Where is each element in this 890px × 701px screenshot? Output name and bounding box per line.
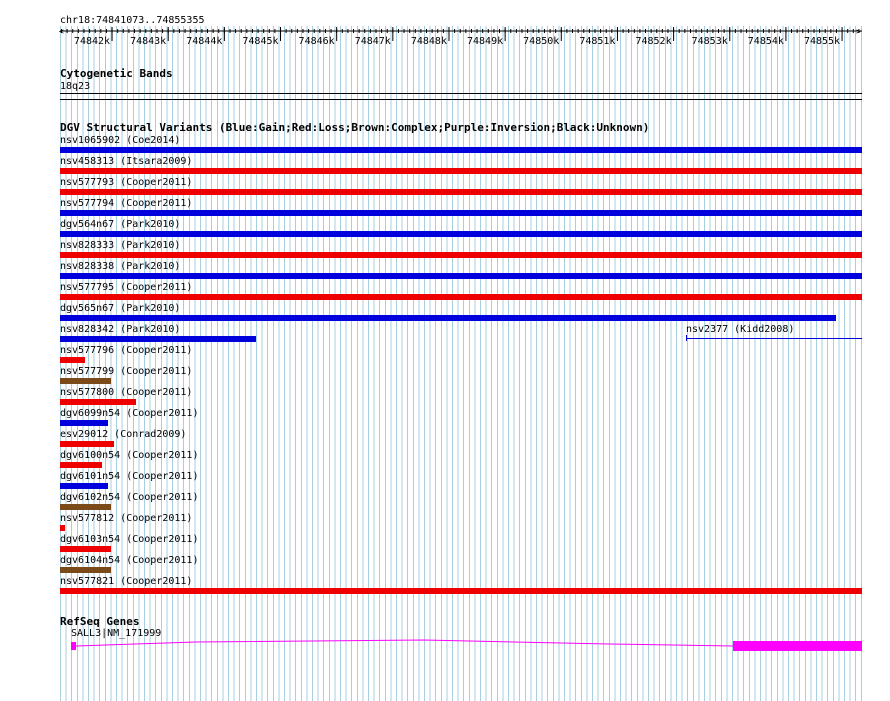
ruler-tick-label: 74847k [355, 36, 391, 47]
variant-bar[interactable] [60, 546, 111, 552]
ruler-tick-label: 74844k [186, 36, 222, 47]
variant-label[interactable]: nsv1065902 (Coe2014) [60, 135, 180, 146]
ruler-tick-label: 74855k [804, 36, 840, 47]
ruler-tick-label: 74849k [467, 36, 503, 47]
variant-label[interactable]: nsv577793 (Cooper2011) [60, 177, 192, 188]
cytoband-label: 18q23 [60, 81, 91, 92]
variant-bar[interactable] [60, 378, 111, 384]
variant-bar[interactable] [60, 210, 862, 216]
variant-label[interactable]: nsv577821 (Cooper2011) [60, 576, 192, 587]
variant-bar[interactable] [60, 399, 136, 405]
variant-bar[interactable] [60, 567, 111, 573]
variant-label[interactable]: dgv564n67 (Park2010) [60, 219, 180, 230]
ruler-left-arrow-icon: < [59, 27, 64, 36]
variant-label[interactable]: dgv565n67 (Park2010) [60, 303, 180, 314]
ruler-tick-label: 74850k [523, 36, 559, 47]
variant-bar[interactable] [60, 357, 85, 363]
ruler-right-arrow-icon: > [856, 27, 861, 36]
variant-label[interactable]: nsv577812 (Cooper2011) [60, 513, 192, 524]
ruler-tick-label: 74851k [579, 36, 615, 47]
variant-bar[interactable] [60, 294, 862, 300]
ruler-tick-label: 74842k [74, 36, 110, 47]
ruler: 74842k 74843k 74844k 74845k 74846k 74847k 7484… [59, 27, 862, 47]
variant-label[interactable]: dgv6101n54 (Cooper2011) [60, 471, 198, 482]
variant-label[interactable]: dgv6104n54 (Cooper2011) [60, 555, 198, 566]
dgv-track-title: DGV Structural Variants (Blue:Gain;Red:L… [60, 121, 650, 134]
variant-label[interactable]: dgv6100n54 (Cooper2011) [60, 450, 198, 461]
cytoband-line-top [60, 93, 862, 94]
variant-bar[interactable] [60, 231, 862, 237]
variant-bar[interactable] [60, 168, 862, 174]
variant-bar[interactable] [60, 252, 862, 258]
variant-bar-nsv2377[interactable] [686, 338, 862, 339]
refseq-track-title: RefSeq Genes [60, 615, 140, 628]
variant-bar[interactable] [60, 588, 862, 594]
variant-bar[interactable] [60, 483, 108, 489]
variant-bar[interactable] [60, 441, 114, 447]
ruler-tick-label: 74843k [130, 36, 166, 47]
variant-label[interactable]: dgv6099n54 (Cooper2011) [60, 408, 198, 419]
ruler-tick-label: 74845k [242, 36, 278, 47]
cytoband-track-title: Cytogenetic Bands [60, 67, 173, 80]
variant-label[interactable]: nsv577800 (Cooper2011) [60, 387, 192, 398]
variant-label[interactable]: nsv577799 (Cooper2011) [60, 366, 192, 377]
variant-label[interactable]: nsv577795 (Cooper2011) [60, 282, 192, 293]
cytoband-line-bottom [60, 99, 862, 100]
variant-bar[interactable] [60, 525, 65, 531]
variant-label[interactable]: nsv458313 (Itsara2009) [60, 156, 192, 167]
variant-bar[interactable] [60, 462, 102, 468]
variant-label[interactable]: nsv577796 (Cooper2011) [60, 345, 192, 356]
variant-bar-nsv2377-start [686, 335, 687, 341]
variant-label[interactable]: nsv828338 (Park2010) [60, 261, 180, 272]
variant-label[interactable]: esv29012 (Conrad2009) [60, 429, 186, 440]
variant-label[interactable]: nsv828333 (Park2010) [60, 240, 180, 251]
variant-label[interactable]: nsv577794 (Cooper2011) [60, 198, 192, 209]
variant-bar[interactable] [60, 273, 862, 279]
variant-bar[interactable] [60, 420, 108, 426]
variant-bar[interactable] [60, 315, 836, 321]
gene-label-sall3[interactable]: SALL3|NM_171999 [71, 628, 161, 639]
variant-bar[interactable] [60, 504, 111, 510]
variant-label-nsv2377[interactable]: nsv2377 (Kidd2008) [686, 324, 794, 335]
variant-label[interactable]: dgv6102n54 (Cooper2011) [60, 492, 198, 503]
variant-bar[interactable] [60, 336, 256, 342]
ruler-tick-label: 74853k [692, 36, 728, 47]
variant-bar[interactable] [60, 189, 862, 195]
variant-bar[interactable] [60, 147, 862, 153]
ruler-tick-label: 74852k [635, 36, 671, 47]
ruler-tick-label: 74846k [299, 36, 335, 47]
variant-label[interactable]: dgv6103n54 (Cooper2011) [60, 534, 198, 545]
ruler-tick-label: 74854k [748, 36, 784, 47]
variant-label[interactable]: nsv828342 (Park2010) [60, 324, 180, 335]
ruler-tick-label: 74848k [411, 36, 447, 47]
